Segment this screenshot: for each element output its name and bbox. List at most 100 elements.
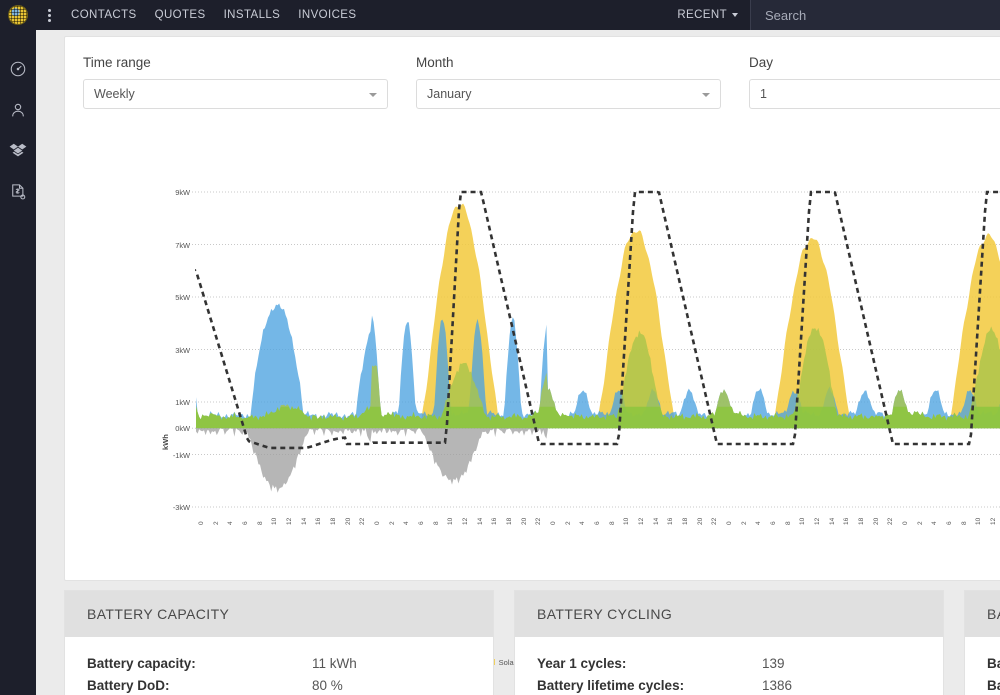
x-tick-label: 2 bbox=[916, 521, 924, 525]
sidebar-item-installs[interactable] bbox=[0, 130, 36, 171]
row-key: Battery capacity: bbox=[87, 656, 196, 671]
x-tick-label: 12 bbox=[462, 517, 469, 525]
x-tick-label: 6 bbox=[418, 521, 425, 525]
nav-installs[interactable]: INSTALLS bbox=[215, 9, 290, 21]
chevron-down-icon bbox=[369, 93, 377, 97]
y-tick-label: 1kW bbox=[175, 398, 190, 407]
energy-chart-card: Time range Weekly Month January Day 1 kW… bbox=[64, 36, 1000, 667]
x-tick-label: 18 bbox=[506, 517, 513, 525]
day-select[interactable]: 1 bbox=[749, 79, 1000, 109]
x-tick-label: 0 bbox=[374, 521, 381, 525]
table-row: Battery capacity: 11 kWh bbox=[87, 653, 471, 675]
filter-row: Time range Weekly Month January Day 1 bbox=[65, 55, 1000, 109]
battery-capacity-card: BATTERY CAPACITY Battery capacity: 11 kW… bbox=[64, 590, 494, 695]
page-content: Time range Weekly Month January Day 1 kW… bbox=[36, 30, 1000, 695]
filter-time-range: Time range Weekly bbox=[83, 55, 388, 109]
x-tick-label: 16 bbox=[843, 517, 851, 525]
nav-quotes[interactable]: QUOTES bbox=[146, 9, 215, 21]
filter-day: Day 1 bbox=[749, 55, 1000, 109]
day-value: 1 bbox=[760, 87, 767, 101]
card-body: Ba Ba Ba bbox=[965, 637, 1000, 695]
x-tick-label: 10 bbox=[447, 517, 455, 525]
y-tick-label: 0kW bbox=[175, 424, 190, 434]
x-tick-label: 6 bbox=[946, 521, 953, 525]
sidebar-item-contacts[interactable] bbox=[0, 89, 36, 130]
person-icon bbox=[9, 101, 27, 119]
table-row: Battery lifetime cycles: 1386 bbox=[537, 675, 921, 695]
x-tick-label: 4 bbox=[403, 521, 411, 525]
card-title: BATTERY CYCLING bbox=[515, 591, 943, 637]
chart-plot-area: kWh Hour of day 9kW7kW5kW3kW1kW0kW-1kW-3… bbox=[65, 147, 1000, 667]
battery-cycling-card: BATTERY CYCLING Year 1 cycles: 139 Batte… bbox=[514, 590, 944, 695]
x-tick-label: 10 bbox=[975, 517, 983, 525]
row-key: Ba bbox=[987, 656, 1000, 671]
company-logo-icon bbox=[8, 5, 28, 25]
time-range-select[interactable]: Weekly bbox=[83, 79, 388, 109]
kebab-menu-icon[interactable] bbox=[36, 8, 62, 22]
x-tick-label: 0 bbox=[550, 521, 557, 525]
x-tick-label: 22 bbox=[887, 517, 895, 525]
nav-contacts[interactable]: CONTACTS bbox=[62, 9, 146, 21]
x-tick-label: 12 bbox=[286, 517, 293, 525]
y-tick-label: 3kW bbox=[175, 345, 190, 355]
x-tick-label: 12 bbox=[990, 517, 997, 525]
card-title: BA bbox=[965, 591, 1000, 637]
y-tick-label: 5kW bbox=[175, 293, 190, 302]
card-body: Year 1 cycles: 139 Battery lifetime cycl… bbox=[515, 637, 943, 695]
sidebar-item-invoices[interactable] bbox=[0, 171, 36, 212]
x-tick-label: 10 bbox=[271, 517, 279, 525]
month-value: January bbox=[427, 87, 472, 101]
nav-invoices[interactable]: INVOICES bbox=[289, 9, 365, 21]
x-tick-label: 22 bbox=[535, 517, 543, 525]
x-tick-label: 4 bbox=[227, 521, 235, 525]
top-navigation-bar: CONTACTS QUOTES INSTALLS INVOICES RECENT bbox=[0, 0, 1000, 30]
recent-dropdown[interactable]: RECENT bbox=[677, 9, 744, 21]
x-tick-label: 6 bbox=[242, 521, 249, 525]
row-key: Ba bbox=[987, 678, 1000, 693]
x-tick-label: 20 bbox=[344, 517, 352, 525]
table-row: Battery DoD: 80 % bbox=[87, 675, 471, 695]
x-tick-label: 4 bbox=[579, 521, 587, 525]
table-row: Year 1 cycles: 139 bbox=[537, 653, 921, 675]
row-key: Battery DoD: bbox=[87, 678, 170, 693]
x-tick-label: 20 bbox=[872, 517, 880, 525]
row-key: Battery lifetime cycles: bbox=[537, 678, 685, 693]
x-tick-label: 14 bbox=[828, 517, 836, 525]
x-tick-label: 18 bbox=[682, 517, 689, 525]
x-tick-label: 22 bbox=[711, 517, 719, 525]
table-row: Ba bbox=[987, 675, 1000, 695]
invoice-dollar-icon bbox=[9, 183, 27, 201]
sidebar-item-dashboard[interactable] bbox=[0, 48, 36, 89]
x-tick-label: 8 bbox=[608, 521, 616, 525]
x-tick-label: 10 bbox=[799, 517, 807, 525]
y-tick-label: -3kW bbox=[172, 503, 190, 512]
row-key: Year 1 cycles: bbox=[537, 656, 627, 671]
x-tick-label: 0 bbox=[726, 521, 733, 525]
x-tick-label: 16 bbox=[315, 517, 323, 525]
row-value: 11 kWh bbox=[312, 656, 357, 671]
x-tick-label: 0 bbox=[902, 521, 909, 525]
x-tick-label: 8 bbox=[960, 521, 968, 525]
x-tick-label: 8 bbox=[432, 521, 440, 525]
x-tick-label: 18 bbox=[330, 517, 337, 525]
y-tick-label: -1kW bbox=[172, 450, 190, 460]
x-tick-label: 14 bbox=[652, 517, 660, 525]
battery-third-card: BA Ba Ba Ba bbox=[964, 590, 1000, 695]
dashboard-gauge-icon bbox=[9, 60, 27, 78]
card-title: BATTERY CAPACITY bbox=[65, 591, 493, 637]
x-tick-label: 8 bbox=[784, 521, 792, 525]
x-tick-label: 8 bbox=[256, 521, 264, 525]
x-tick-label: 20 bbox=[696, 517, 704, 525]
y-tick-label: 7kW bbox=[175, 240, 190, 250]
app-logo[interactable] bbox=[0, 5, 36, 25]
energy-area-chart[interactable] bbox=[65, 147, 1000, 577]
month-select[interactable]: January bbox=[416, 79, 721, 109]
recent-label: RECENT bbox=[677, 9, 727, 21]
search-input[interactable] bbox=[750, 0, 1000, 30]
x-tick-label: 16 bbox=[491, 517, 499, 525]
x-tick-label: 2 bbox=[564, 521, 572, 525]
day-label: Day bbox=[749, 55, 774, 70]
x-tick-label: 12 bbox=[638, 517, 645, 525]
month-label: Month bbox=[416, 55, 454, 70]
x-tick-label: 6 bbox=[770, 521, 777, 525]
